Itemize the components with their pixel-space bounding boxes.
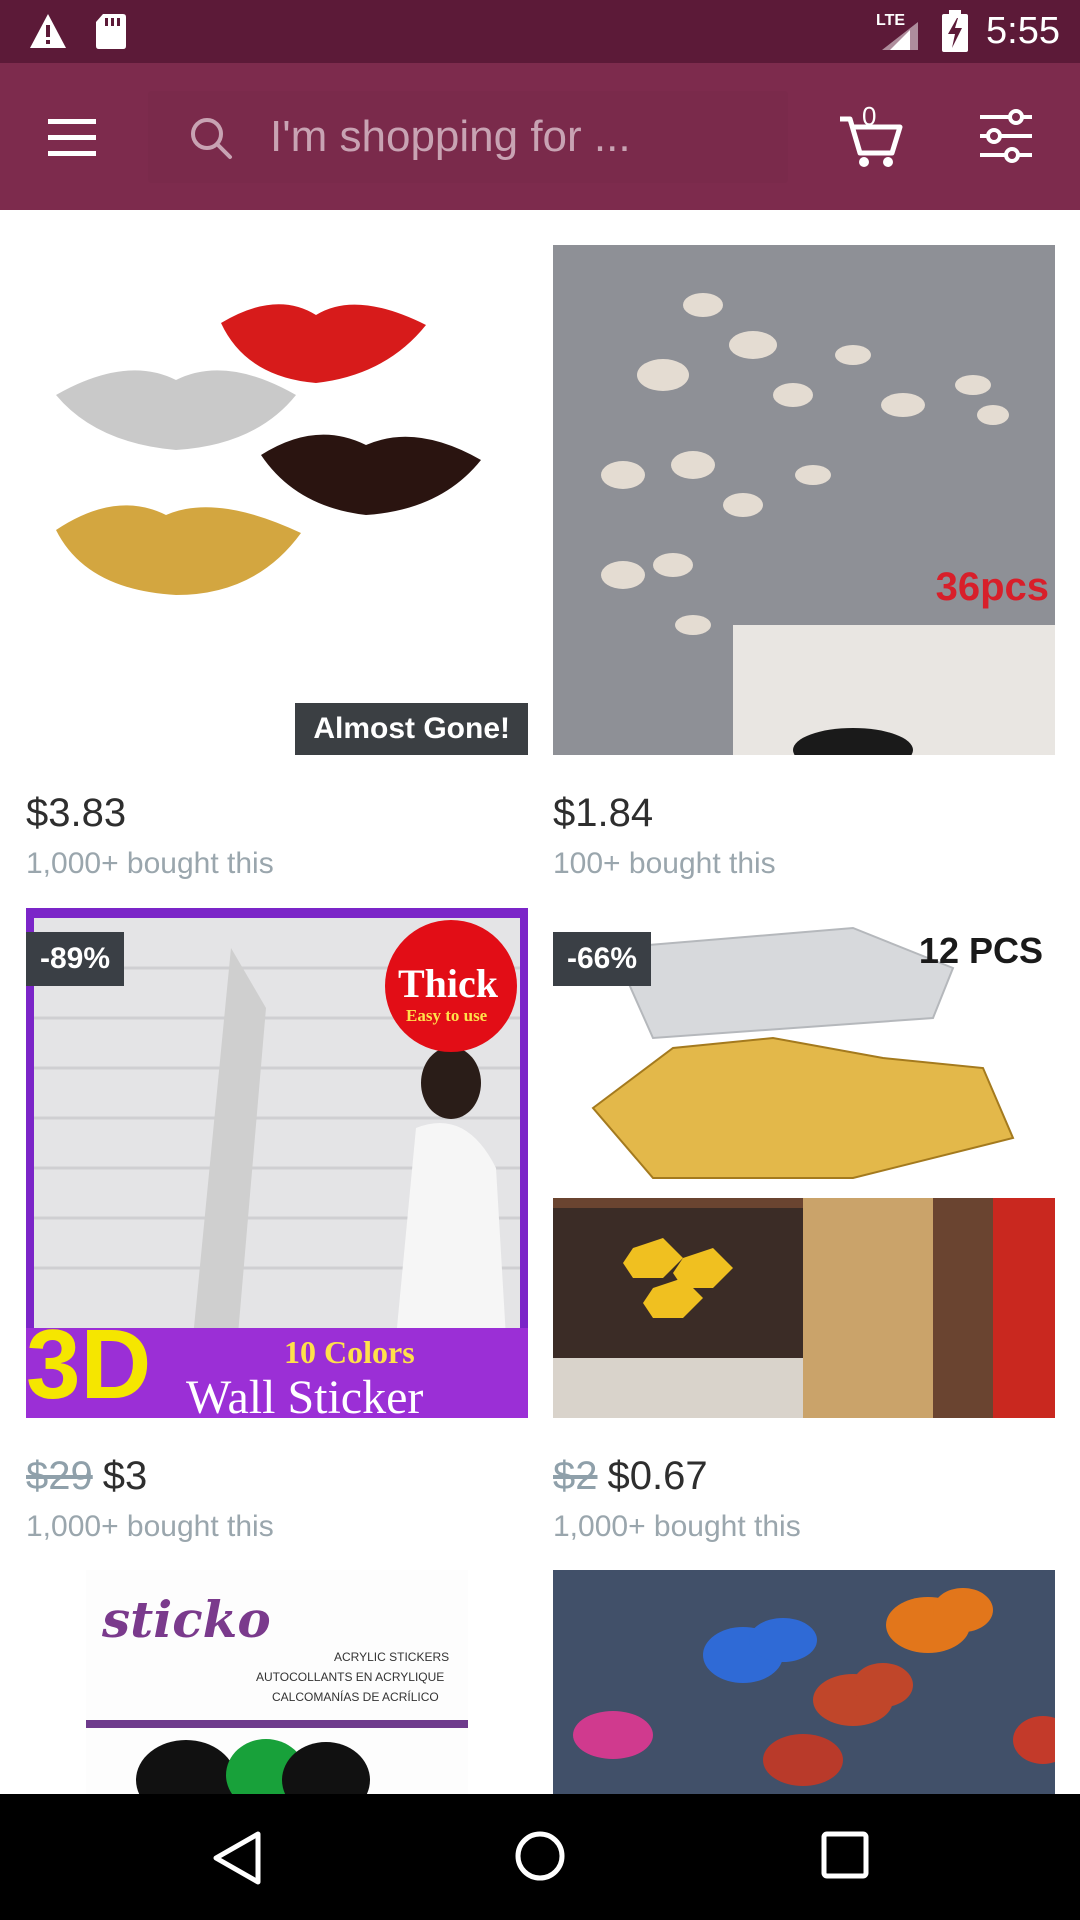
current-price: $0.67 [607, 1454, 708, 1498]
clock: 5:55 [986, 10, 1060, 52]
product-card[interactable]: Almost Gone! $3.83 1,000+ bought this [26, 245, 528, 880]
menu-icon[interactable] [40, 113, 104, 163]
image-caption: 12 PCS [918, 930, 1043, 971]
status-bar: LTE 5:55 [0, 0, 1080, 63]
product-image[interactable] [553, 1570, 1055, 1794]
bought-count: 1,000+ bought this [26, 1510, 274, 1543]
wall-sticker-label: Wall Sticker [186, 1371, 424, 1418]
battery-charging-icon [942, 10, 968, 52]
signal-icon [882, 22, 918, 50]
discount-badge: -66% [553, 932, 652, 986]
package-line-1: ACRYLIC STICKERS [334, 1650, 450, 1664]
product-card[interactable]: 12 PCS -66% $2 $0.67 1,000+ bought this [553, 908, 1055, 1543]
current-price: $3 [102, 1454, 148, 1498]
discount-badge: -89% [26, 932, 125, 986]
image-caption: 36pcs [935, 565, 1049, 609]
product-card[interactable]: 36pcs $1.84 100+ bought this [553, 245, 1055, 880]
product-card[interactable]: Thick Easy to use 3D 10 Colors Wall Stic… [26, 908, 528, 1543]
product-image[interactable]: Almost Gone! [26, 245, 528, 755]
product-feed[interactable]: Almost Gone! $3.83 1,000+ bought this 36… [0, 210, 1080, 1794]
brand-logo: sticko [102, 1590, 271, 1649]
bought-count: 1,000+ bought this [26, 847, 274, 880]
recents-icon[interactable] [820, 1828, 870, 1884]
search-input[interactable] [270, 105, 770, 169]
back-icon[interactable] [208, 1828, 264, 1888]
easy-label: Easy to use [406, 1006, 488, 1025]
product-image[interactable]: 12 PCS -66% [553, 908, 1055, 1418]
bought-count: 100+ bought this [553, 847, 776, 880]
search-box[interactable] [148, 91, 788, 183]
product-card[interactable] [553, 1570, 1055, 1794]
warning-icon [30, 14, 66, 48]
almost-gone-badge: Almost Gone! [295, 703, 528, 755]
3d-label: 3D [26, 1309, 152, 1418]
product-image[interactable]: 36pcs [553, 245, 1055, 755]
system-nav-bar [0, 1794, 1080, 1920]
package-line-3: CALCOMANÍAS DE ACRÍLICO [272, 1690, 439, 1704]
original-price: $29 [26, 1454, 93, 1498]
sd-card-icon [96, 14, 126, 49]
search-icon [191, 118, 232, 159]
original-price: $2 [553, 1454, 598, 1498]
home-icon[interactable] [512, 1826, 568, 1886]
current-price: $1.84 [553, 791, 654, 835]
filter-sliders-icon[interactable] [976, 107, 1036, 165]
product-card[interactable]: sticko ACRYLIC STICKERS AUTOCOLLANTS EN … [26, 1570, 528, 1794]
current-price: $3.83 [26, 791, 127, 835]
bought-count: 1,000+ bought this [553, 1510, 801, 1543]
app-bar: 0 [0, 63, 1080, 210]
price: $3.83 [26, 791, 126, 836]
thick-label: Thick [398, 961, 499, 1006]
price: $2 $0.67 [553, 1454, 708, 1499]
product-image[interactable]: Thick Easy to use 3D 10 Colors Wall Stic… [26, 908, 528, 1418]
price: $29 $3 [26, 1454, 147, 1499]
product-image[interactable]: sticko ACRYLIC STICKERS AUTOCOLLANTS EN … [26, 1570, 528, 1794]
package-line-2: AUTOCOLLANTS EN ACRYLIQUE [256, 1670, 445, 1684]
price: $1.84 [553, 791, 653, 836]
colors-label: 10 Colors [284, 1334, 415, 1370]
cart-count-badge: 0 [862, 101, 877, 131]
